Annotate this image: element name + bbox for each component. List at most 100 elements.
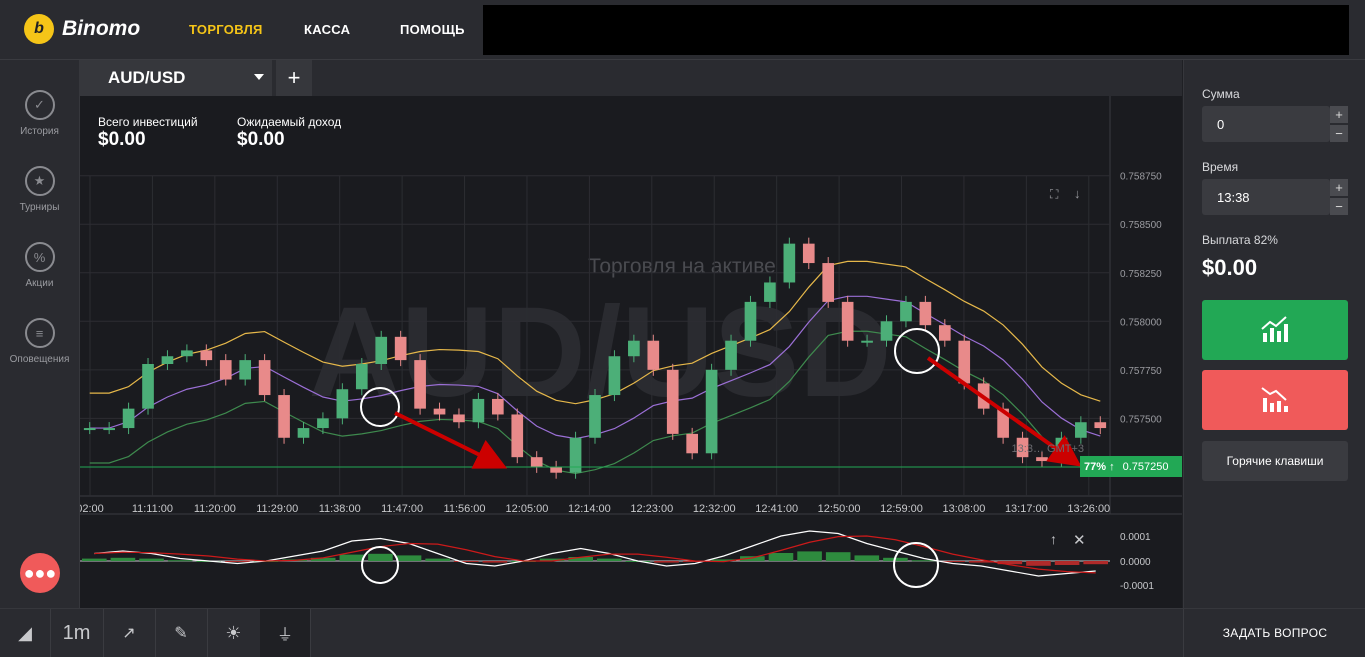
sun-icon: ☀	[225, 622, 242, 643]
candle	[666, 369, 679, 434]
nav-trading[interactable]: ТОРГОВЛЯ	[189, 22, 263, 37]
ask-question-button[interactable]: ЗАДАТЬ ВОПРОС	[1183, 609, 1365, 657]
x-tick-label: 11:47:00	[381, 503, 423, 515]
trade-up-button[interactable]	[1202, 300, 1348, 360]
candle	[1075, 422, 1087, 438]
bottom-toolbar: ◢ 1m ↗ ✎ ☀ ⏚ ЗАДАТЬ ВОПРОС	[0, 608, 1365, 657]
candle	[375, 336, 388, 364]
payout-label: Выплата 82%	[1202, 233, 1278, 247]
sidebar-item-notifications[interactable]: ≡ Оповещения	[0, 318, 79, 365]
drawing-tools-button[interactable]: ✎	[155, 609, 208, 657]
logo[interactable]: b Binomo	[24, 14, 140, 44]
candle	[200, 350, 213, 361]
candle	[880, 321, 893, 341]
histogram-bar	[597, 558, 622, 561]
osc-close-icon[interactable]: ✕	[1073, 532, 1086, 549]
top-bar: b Binomo ТОРГОВЛЯ КАССА ПОМОЩЬ	[0, 0, 1365, 60]
candle	[492, 398, 504, 415]
macd-line	[94, 530, 1096, 577]
chart-area[interactable]: Всего инвестиций $0.00 Ожидаемый доход $…	[80, 96, 1182, 608]
histogram-bar	[1083, 561, 1108, 565]
candle	[103, 428, 115, 431]
area-chart-icon: ◢	[18, 622, 32, 643]
candle	[783, 243, 796, 283]
y-tick-label: 0.758250	[1120, 269, 1162, 280]
chart-overlay-text: Торговля на активе	[588, 255, 776, 278]
trophy-icon: ★	[24, 166, 55, 196]
signal-line	[94, 535, 1096, 574]
x-tick-label: 11:20:00	[194, 503, 236, 515]
tab-aud-usd[interactable]: AUD/USD	[80, 60, 272, 96]
x-tick-label: 12:41:00	[755, 503, 798, 515]
candle	[589, 395, 601, 438]
candle	[938, 325, 951, 341]
histogram-bar	[854, 555, 880, 561]
amount-plus-button[interactable]: +	[1330, 106, 1348, 123]
osc-expand-icon[interactable]: ↑	[1050, 531, 1057, 547]
sidebar-item-label: Турниры	[19, 202, 60, 213]
histogram-bar	[453, 561, 479, 562]
check-circle-icon: ✓	[24, 90, 55, 120]
candle	[550, 466, 562, 473]
x-tick-label: 13:17:00	[1005, 503, 1048, 515]
binomo-logo-icon: b	[24, 14, 54, 44]
fullscreen-icon[interactable]: ⛶	[1049, 187, 1059, 201]
annotation-circle	[361, 546, 399, 584]
candle	[433, 408, 446, 415]
candle	[219, 360, 232, 380]
candle	[355, 364, 368, 390]
theme-button[interactable]: ☀	[207, 609, 261, 657]
amount-minus-button[interactable]: −	[1330, 125, 1348, 142]
chart-up-icon	[1261, 316, 1288, 342]
chevron-down-icon[interactable]	[254, 74, 264, 80]
candle	[744, 301, 757, 341]
trade-down-button[interactable]	[1202, 370, 1348, 430]
histogram-bar	[768, 553, 794, 561]
sidebar-item-tournaments[interactable]: ★ Турниры	[0, 166, 79, 213]
candle	[764, 282, 776, 302]
indicators-button[interactable]: ↗	[103, 609, 156, 657]
sidebar-item-promotions[interactable]: % Акции	[0, 242, 79, 289]
x-tick-label: 12:14:00	[568, 503, 611, 515]
chat-icon: ●●●	[23, 562, 57, 583]
timeframe-button[interactable]: 1m	[50, 609, 104, 657]
x-tick-label: 11:38:00	[319, 503, 361, 515]
time-label: Время	[1202, 160, 1239, 174]
candle	[297, 428, 310, 438]
chart-down-icon	[1261, 387, 1288, 412]
candle	[958, 340, 971, 384]
trade-panel: Сумма 0 + − Время 13:38 + − Выплата 82% …	[1183, 60, 1365, 608]
time-plus-button[interactable]: +	[1330, 179, 1348, 196]
x-tick-label: 13:26:00	[1067, 503, 1110, 515]
histogram-bar	[425, 558, 450, 561]
hotkeys-button[interactable]: Горячие клавиши	[1202, 441, 1348, 481]
amount-label: Сумма	[1202, 87, 1240, 101]
histogram-bar	[1026, 561, 1051, 566]
nav-cash[interactable]: КАССА	[304, 22, 350, 37]
chat-button[interactable]: ●●●	[20, 553, 60, 593]
y-tick-label: 0.757500	[1120, 414, 1162, 425]
x-tick-label: 12:59:00	[880, 503, 923, 515]
candle	[83, 428, 96, 431]
histogram-bar	[225, 561, 250, 562]
connection-button[interactable]: ⏚	[260, 609, 311, 657]
time-input[interactable]: 13:38	[1202, 179, 1330, 215]
add-tab-button[interactable]: +	[276, 60, 312, 96]
candle	[861, 340, 873, 343]
sidebar-item-history[interactable]: ✓ История	[0, 90, 79, 137]
nav-help[interactable]: ПОМОЩЬ	[400, 22, 465, 37]
candle	[453, 414, 465, 423]
download-icon[interactable]: ↓	[1074, 186, 1081, 201]
candle	[161, 356, 174, 364]
indicators-icon: ↗	[122, 625, 136, 642]
y-tick-label: 0.758750	[1120, 172, 1162, 183]
amount-input[interactable]: 0	[1202, 106, 1330, 142]
x-tick-label: 13:08:00	[943, 503, 986, 515]
candle	[1094, 422, 1107, 429]
candle	[122, 408, 135, 429]
candle	[705, 369, 718, 454]
time-minus-button[interactable]: −	[1330, 198, 1348, 215]
osc-tick-label: -0.0001	[1120, 581, 1154, 592]
chart-type-button[interactable]: ◢	[0, 609, 51, 657]
candle	[142, 364, 154, 409]
